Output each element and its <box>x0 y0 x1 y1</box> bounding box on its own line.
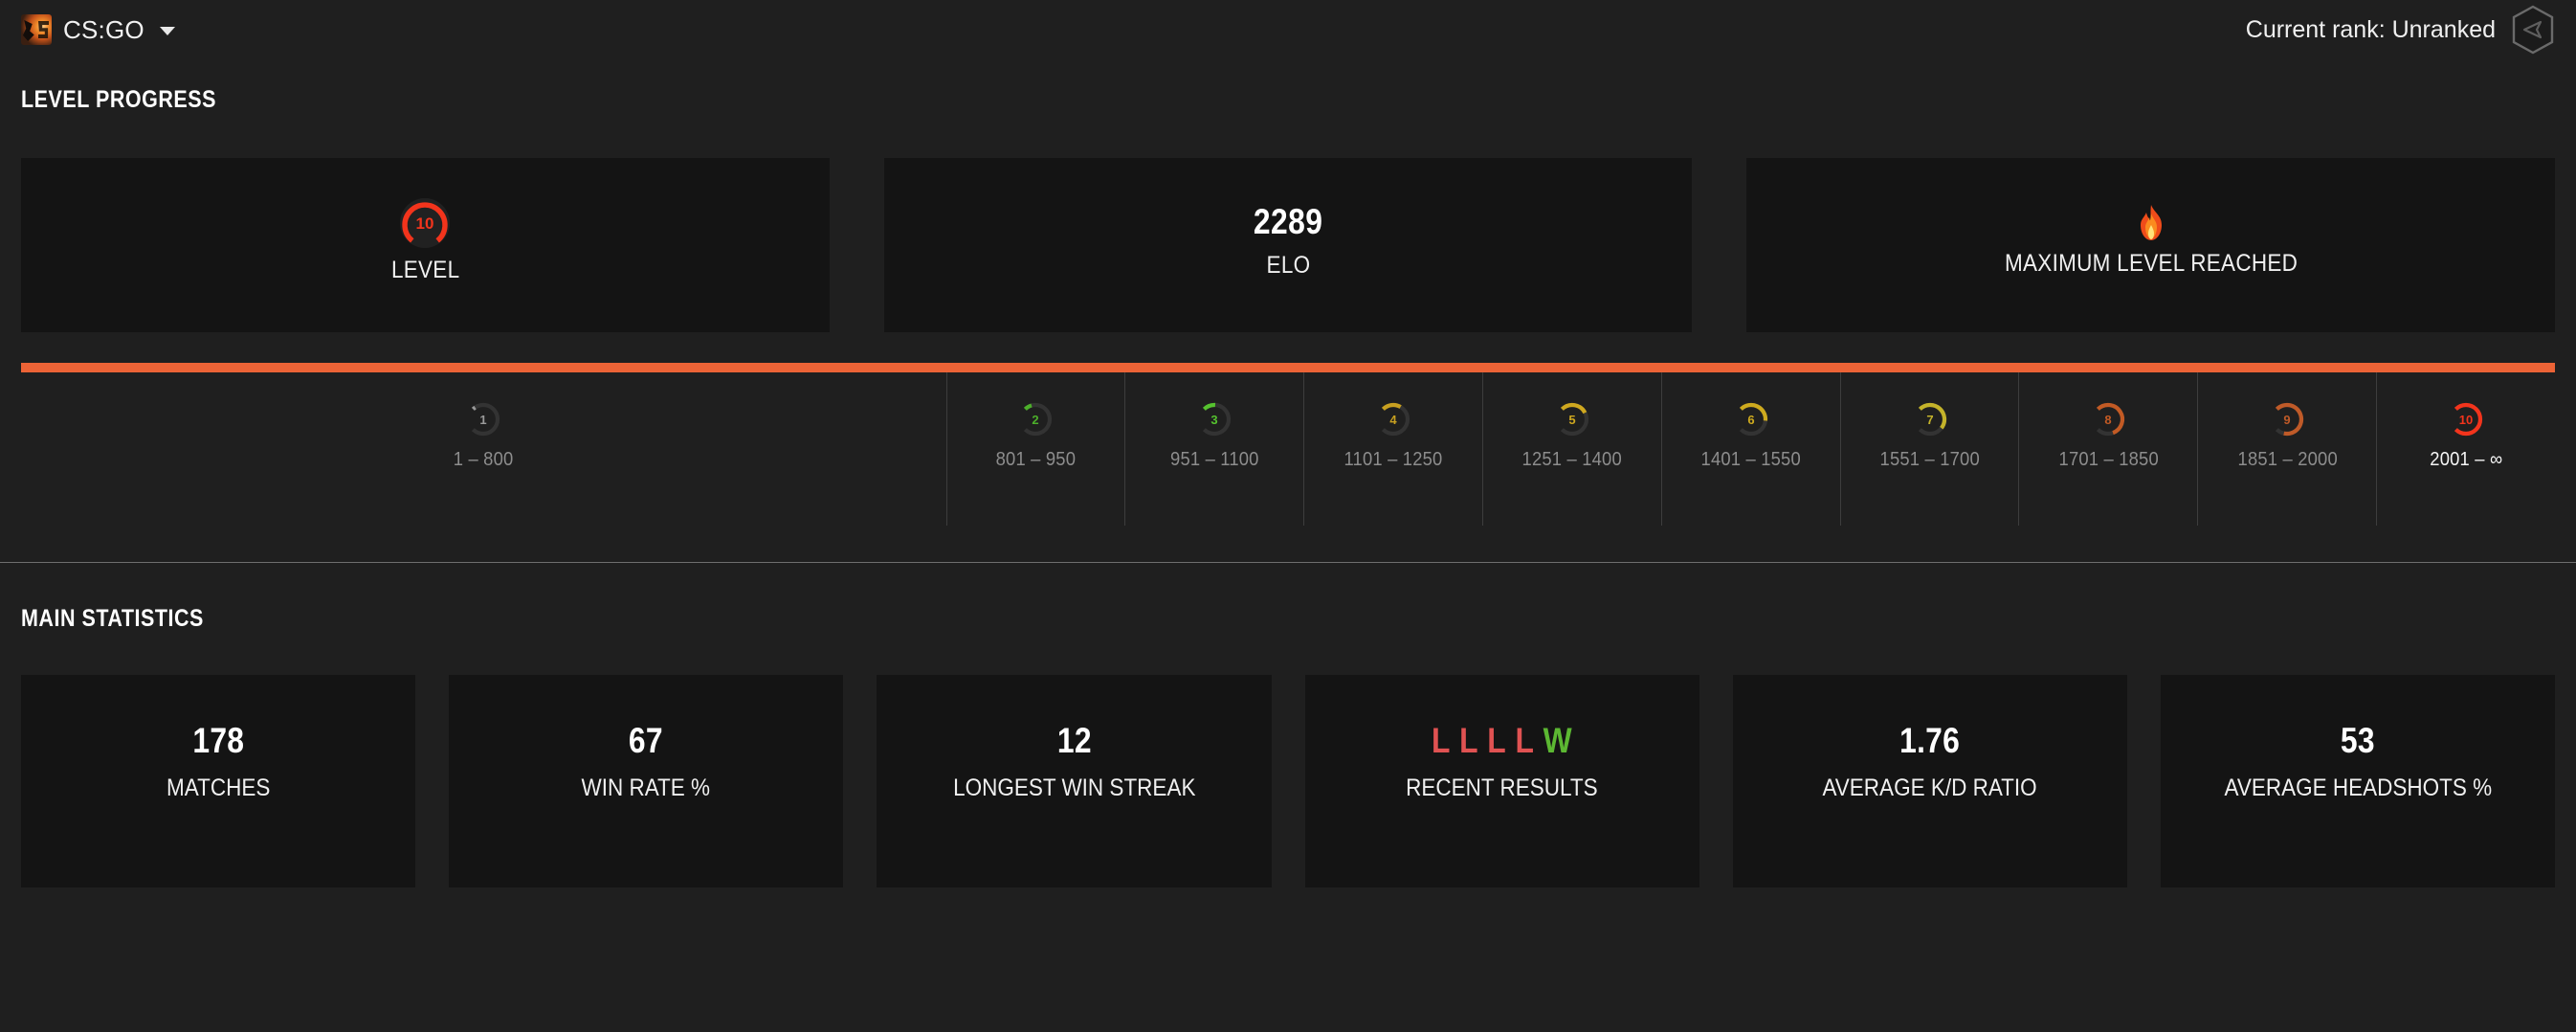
elo-progress-fill <box>21 363 2555 372</box>
stat-card-recent-results: L L L L W RECENT RESULTS <box>1304 675 1699 887</box>
level-progress-title: LEVEL PROGRESS <box>21 86 216 113</box>
elo-progress-track <box>21 363 2555 372</box>
level-segment-7[interactable]: 7 1551 – 1700 <box>1839 372 2019 526</box>
statistics-cards: 178 MATCHES 67 WIN RATE % 12 LONGEST WIN STRE… <box>21 675 2556 887</box>
level-segment-10[interactable]: 10 2001 – ∞ <box>2376 372 2555 526</box>
level-gauge-value: 10 <box>416 214 434 233</box>
stat-card-win-rate: 67 WIN RATE % <box>449 675 844 887</box>
level-3-gauge-icon: 3 <box>1196 401 1232 437</box>
hexagon-rank-icon <box>2511 5 2555 55</box>
level-segment-4[interactable]: 4 1101 – 1250 <box>1303 372 1482 526</box>
level-6-range-label: 1401 – 1550 <box>1700 449 1801 470</box>
svg-text:5: 5 <box>1568 413 1575 427</box>
level-2-gauge-icon: 2 <box>1017 401 1054 437</box>
elo-card-value: 2289 <box>1253 201 1323 241</box>
level-segment-3[interactable]: 3 951 – 1100 <box>1124 372 1303 526</box>
level-4-range-label: 1101 – 1250 <box>1344 449 1443 470</box>
level-segment-1[interactable]: 1 1 – 800 <box>21 372 946 526</box>
chevron-down-icon[interactable] <box>159 27 175 35</box>
stat-label: LONGEST WIN STREAK <box>952 774 1196 801</box>
level-7-range-label: 1551 – 1700 <box>1879 449 1980 470</box>
svg-text:8: 8 <box>2105 413 2112 427</box>
level-5-range-label: 1251 – 1400 <box>1521 449 1623 470</box>
svg-text:1: 1 <box>480 413 487 427</box>
recent-result-2: L <box>1459 721 1478 760</box>
elo-card: 2289 ELO <box>883 158 1693 332</box>
max-level-card: MAXIMUM LEVEL REACHED <box>1746 158 2556 332</box>
stat-label: MATCHES <box>166 774 271 801</box>
level-5-gauge-icon: 5 <box>1554 401 1590 437</box>
level-segment-8[interactable]: 8 1701 – 1850 <box>2018 372 2197 526</box>
csgo-thumbnail-icon <box>21 14 52 45</box>
svg-text:6: 6 <box>1747 413 1754 427</box>
stat-value: 67 <box>629 721 664 760</box>
level-summary-cards: 10 LEVEL 2289 ELO MAXIMUM LEVEL REACHED <box>21 158 2556 332</box>
level-1-gauge-icon: 1 <box>465 401 501 437</box>
stat-card-matches: 178 MATCHES <box>21 675 416 887</box>
stat-value: 53 <box>2340 721 2375 760</box>
stat-value: 12 <box>1056 721 1092 760</box>
level-segments: 1 1 – 800 2 801 – 950 3 951 – 1100 4 110… <box>21 372 2555 526</box>
stat-card-longest-win-streak: 12 LONGEST WIN STREAK <box>877 675 1272 887</box>
level-card-label: LEVEL <box>390 256 460 283</box>
stat-label: AVERAGE K/D RATIO <box>1822 774 2037 801</box>
svg-text:3: 3 <box>1211 413 1218 427</box>
top-bar: CS:GO Current rank: Unranked <box>0 0 2576 59</box>
level-9-range-label: 1851 – 2000 <box>2237 449 2338 470</box>
max-level-card-label: MAXIMUM LEVEL REACHED <box>2004 249 2298 277</box>
game-selector-dropdown[interactable]: CS:GO <box>21 14 175 45</box>
level-3-range-label: 951 – 1100 <box>1169 449 1259 470</box>
current-rank-label: Current rank: Unranked <box>2245 15 2496 43</box>
current-rank: Current rank: Unranked <box>2246 5 2555 55</box>
level-segment-6[interactable]: 6 1401 – 1550 <box>1660 372 1840 526</box>
level-segment-2[interactable]: 2 801 – 950 <box>945 372 1125 526</box>
elo-card-label: ELO <box>1266 251 1310 279</box>
main-statistics-title: MAIN STATISTICS <box>21 605 204 632</box>
level-1-range-label: 1 – 800 <box>453 449 514 470</box>
svg-text:4: 4 <box>1389 413 1397 427</box>
level-segment-9[interactable]: 9 1851 – 2000 <box>2197 372 2376 526</box>
flame-icon <box>2135 204 2167 250</box>
level-segment-5[interactable]: 5 1251 – 1400 <box>1482 372 1661 526</box>
recent-results-row: LLLLW <box>1432 721 1572 761</box>
level-gauge-icon: 10 <box>399 197 451 257</box>
stat-label: WIN RATE % <box>581 774 711 801</box>
level-card: 10 LEVEL <box>21 158 830 332</box>
section-divider <box>0 562 2576 563</box>
level-8-range-label: 1701 – 1850 <box>2058 449 2159 470</box>
level-4-gauge-icon: 4 <box>1375 401 1411 437</box>
stat-label: RECENT RESULTS <box>1406 774 1598 801</box>
stat-label: AVERAGE HEADSHOTS % <box>2224 774 2492 801</box>
level-7-gauge-icon: 7 <box>1912 401 1948 437</box>
stat-card-average-headshots: 53 AVERAGE HEADSHOTS % <box>2160 675 2556 887</box>
stat-value: 178 <box>192 721 245 760</box>
level-9-gauge-icon: 9 <box>2269 401 2305 437</box>
level-10-range-label: 2001 – ∞ <box>2430 449 2503 470</box>
level-6-gauge-icon: 6 <box>1733 401 1769 437</box>
recent-result-1: L <box>1432 721 1451 760</box>
level-2-range-label: 801 – 950 <box>995 449 1077 470</box>
svg-text:10: 10 <box>2459 413 2473 427</box>
game-title-label: CS:GO <box>63 14 144 44</box>
level-8-gauge-icon: 8 <box>2090 401 2126 437</box>
level-progress-section: LEVEL PROGRESS 10 LEVEL 2289 ELO MAXIMUM… <box>0 86 2576 526</box>
stat-card-average-k-d-ratio: 1.76 AVERAGE K/D RATIO <box>1732 675 2127 887</box>
svg-text:2: 2 <box>1033 413 1039 427</box>
recent-result-5: W <box>1543 721 1573 760</box>
main-statistics-section: MAIN STATISTICS 178 MATCHES 67 WIN RATE % 12… <box>0 605 2576 887</box>
svg-text:9: 9 <box>2284 413 2291 427</box>
elo-progress-bar-wrapper: 1 1 – 800 2 801 – 950 3 951 – 1100 4 110… <box>21 363 2555 526</box>
svg-text:7: 7 <box>1926 413 1933 427</box>
recent-result-4: L <box>1515 721 1535 760</box>
stat-value: 1.76 <box>1899 721 1961 760</box>
recent-result-3: L <box>1487 721 1507 760</box>
level-10-gauge-icon: 10 <box>2448 401 2484 437</box>
